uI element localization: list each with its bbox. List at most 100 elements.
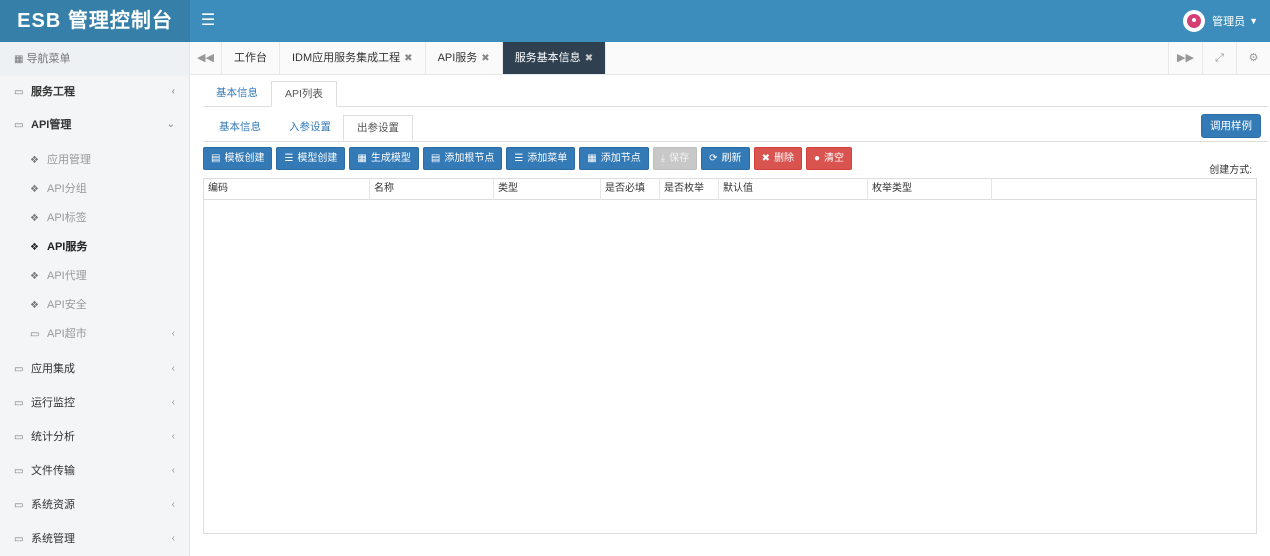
save-icon: ⤓ — [660, 153, 666, 164]
tabs-right-tools: ▶▶ ⤢ ⚙ — [1168, 42, 1270, 74]
outer-tabs: 基本信息 API列表 — [203, 81, 1268, 107]
delete-button[interactable]: ✖ 删除 — [753, 147, 802, 170]
chevron-down-icon: ⌄ — [166, 119, 175, 130]
column-header-extra — [992, 179, 1256, 200]
leaf-icon: ❖ — [30, 213, 39, 224]
sidebar-item-runtime-monitor[interactable]: ▭ 运行监控 ‹ — [0, 389, 189, 417]
sidebar-item-system-management[interactable]: ▭ 系统管理 ‹ — [0, 525, 189, 553]
leaf-icon: ❖ — [30, 155, 39, 166]
sidebar-item-service-project[interactable]: ▭ 服务工程 ‹ — [0, 78, 189, 106]
stack-icon: ☰ — [514, 153, 524, 164]
folder-icon: ▭ — [30, 329, 40, 340]
folder-icon: ▭ — [14, 364, 24, 375]
add-node-button[interactable]: ▦ 添加节点 — [579, 147, 649, 170]
tab-basic-info[interactable]: 基本信息 — [203, 81, 271, 107]
sidebar-item-api-tag[interactable]: ❖ API标签 — [0, 204, 189, 232]
folder-icon: ▭ — [14, 432, 24, 443]
tab-idm-project[interactable]: IDM应用服务集成工程 ✖ — [280, 42, 426, 74]
top-header: ESB 管理控制台 ☰ 管理员 ▼ — [0, 0, 1270, 42]
chevron-left-icon: ‹ — [171, 363, 175, 374]
user-menu[interactable]: 管理员 ▼ — [1183, 8, 1258, 34]
column-header-name[interactable]: 名称 — [370, 179, 494, 200]
clear-button[interactable]: ● 清空 — [805, 147, 852, 170]
column-header-type[interactable]: 类型 — [494, 179, 601, 200]
toolbar: ▤ 模板创建 ☰ 模型创建 ▦ 生成模型 ▤ 添加根节点 ☰ 添加菜单 ▦ 添加节点 ⤓ 保存… — [203, 147, 856, 170]
caret-down-icon: ▼ — [1249, 16, 1258, 26]
add-root-node-button[interactable]: ▤ 添加根节点 — [422, 147, 503, 170]
model-icon: ▦ — [587, 153, 597, 164]
chevron-left-icon: ‹ — [171, 533, 175, 544]
chevron-left-icon: ‹ — [171, 328, 175, 339]
tab-workbench[interactable]: 工作台 — [222, 42, 280, 74]
tab-output-params[interactable]: 出参设置 — [343, 115, 413, 141]
params-table: 编码 名称 类型 是否必填 是否枚举 默认值 枚举类型 — [203, 178, 1257, 534]
tabs-scroll-left-icon[interactable]: ◀◀ — [190, 42, 222, 74]
column-header-default[interactable]: 默认值 — [719, 179, 868, 200]
add-menu-button[interactable]: ☰ 添加菜单 — [506, 147, 576, 170]
chevron-left-icon: ‹ — [171, 499, 175, 510]
delete-icon: ✖ — [761, 153, 770, 164]
leaf-icon: ❖ — [30, 271, 39, 282]
column-header-enum-type[interactable]: 枚举类型 — [868, 179, 992, 200]
tab-input-params[interactable]: 入参设置 — [277, 115, 343, 141]
app-logo[interactable]: ESB 管理控制台 — [0, 0, 190, 42]
sidebar-item-api-security[interactable]: ❖ API安全 — [0, 291, 189, 319]
user-avatar-icon — [1183, 10, 1206, 32]
template-create-button[interactable]: ▤ 模板创建 — [203, 147, 273, 170]
tab-service-info[interactable]: 服务基本信息 ✖ — [502, 42, 607, 74]
chevron-left-icon: ‹ — [171, 431, 175, 442]
model-create-button[interactable]: ☰ 模型创建 — [276, 147, 346, 170]
inner-tabs: 基本信息 入参设置 出参设置 — [203, 115, 1268, 142]
create-method-label: 创建方式: — [1209, 165, 1252, 176]
tab-api-service[interactable]: API服务 ✖ — [426, 42, 503, 74]
table-header: 编码 名称 类型 是否必填 是否枚举 默认值 枚举类型 — [204, 179, 1256, 200]
sidebar-item-api-proxy[interactable]: ❖ API代理 — [0, 262, 189, 290]
grid-icon: ▦ — [14, 54, 24, 65]
folder-icon: ▭ — [14, 534, 24, 545]
leaf-icon: ❖ — [30, 242, 39, 253]
sidebar-item-file-transfer[interactable]: ▭ 文件传输 ‹ — [0, 457, 189, 485]
refresh-icon: ⟳ — [709, 153, 718, 164]
call-example-button[interactable]: 调用样例 — [1201, 114, 1261, 138]
main-content: 基本信息 API列表 基本信息 入参设置 出参设置 调用样例 ▤ 模板创建 ☰ 模型… — [190, 75, 1270, 556]
close-icon[interactable]: ✖ — [585, 53, 593, 64]
sidebar-item-api-management[interactable]: ▭ API管理 ⌄ — [0, 111, 189, 139]
save-button[interactable]: ⤓ 保存 — [652, 147, 698, 170]
hamburger-icon[interactable]: ☰ — [198, 11, 218, 31]
fullscreen-icon[interactable]: ⤢ — [1202, 42, 1236, 74]
sidebar-item-app-integration[interactable]: ▭ 应用集成 ‹ — [0, 355, 189, 383]
folder-icon: ▭ — [14, 398, 24, 409]
sidebar-item-app-management[interactable]: ❖ 应用管理 — [0, 146, 189, 174]
gear-icon[interactable]: ⚙ — [1236, 42, 1270, 74]
column-header-is-enum[interactable]: 是否枚举 — [660, 179, 719, 200]
list-icon: ▤ — [211, 153, 221, 164]
tabs-scroll-right-icon[interactable]: ▶▶ — [1168, 42, 1202, 74]
stack-icon: ☰ — [284, 153, 294, 164]
sidebar: ▦ 导航菜单 ▭ 服务工程 ‹ ▭ API管理 ⌄ ❖ 应用管理 ❖ API分组 ❖ API… — [0, 42, 190, 556]
chevron-left-icon: ‹ — [171, 397, 175, 408]
tab-basic-info-inner[interactable]: 基本信息 — [203, 115, 277, 141]
user-name: 管理员 — [1212, 16, 1246, 28]
sidebar-item-statistics[interactable]: ▭ 统计分析 ‹ — [0, 423, 189, 451]
close-icon[interactable]: ✖ — [404, 53, 412, 64]
page-tabs-bar: ◀◀ 工作台 IDM应用服务集成工程 ✖ API服务 ✖ 服务基本信息 ✖ ▶▶ ⤢ … — [190, 42, 1270, 75]
tab-api-list[interactable]: API列表 — [271, 81, 337, 107]
model-icon: ▦ — [357, 153, 367, 164]
refresh-button[interactable]: ⟳ 刷新 — [701, 147, 750, 170]
sidebar-item-api-group[interactable]: ❖ API分组 — [0, 175, 189, 203]
leaf-icon: ❖ — [30, 300, 39, 311]
sidebar-item-api-service[interactable]: ❖ API服务 — [0, 233, 189, 261]
clear-icon: ● — [813, 153, 820, 164]
chevron-left-icon: ‹ — [171, 86, 175, 97]
folder-icon: ▭ — [14, 466, 24, 477]
sidebar-item-system-resources[interactable]: ▭ 系统资源 ‹ — [0, 491, 189, 519]
sidebar-item-api-market[interactable]: ▭ API超市 ‹ — [0, 320, 189, 348]
column-header-code[interactable]: 编码 — [204, 179, 370, 200]
list-icon: ▤ — [430, 153, 441, 164]
folder-icon: ▭ — [14, 500, 24, 511]
generate-model-button[interactable]: ▦ 生成模型 — [349, 147, 419, 170]
close-icon[interactable]: ✖ — [481, 53, 489, 64]
folder-icon: ▭ — [14, 87, 24, 98]
chevron-left-icon: ‹ — [171, 465, 175, 476]
column-header-required[interactable]: 是否必填 — [601, 179, 660, 200]
